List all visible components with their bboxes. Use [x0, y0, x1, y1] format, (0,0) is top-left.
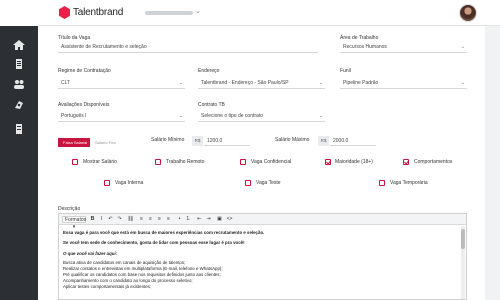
- page-scrollbar[interactable]: [491, 26, 500, 300]
- maioridade-checkbox[interactable]: [325, 159, 331, 165]
- avaliacoes-select[interactable]: Português I ⌄: [58, 111, 185, 122]
- description-editor[interactable]: Formatos ▾ B I ↶ ↷ ⛓ ≡ ≡ ≡ ≡ • 1. ⇤ ⇥ ▣ …: [58, 213, 467, 300]
- area-label: Área de Trabalho: [340, 35, 379, 41]
- avaliacoes-value: Português I: [61, 113, 87, 119]
- funil-value: Pipeline Padrão: [343, 80, 379, 86]
- format-dropdown-label: Formatos: [65, 217, 87, 223]
- editor-scroll-thumb[interactable]: [461, 229, 465, 249]
- descricao-label: Descrição: [58, 206, 81, 212]
- currency-prefix: R$: [192, 136, 203, 146]
- editor-line: Busca ativa de candidatos em canais de a…: [63, 260, 186, 265]
- titulo-value: Assistente de Recrutamento e seleção: [61, 44, 147, 50]
- editor-line: O que você vai fazer aqui:: [63, 251, 118, 256]
- align-left-icon[interactable]: ≡: [138, 216, 145, 223]
- regime-value: CLT: [61, 80, 71, 86]
- code-icon[interactable]: <>: [225, 216, 234, 223]
- regime-select[interactable]: CLT ⌄: [58, 78, 185, 89]
- user-name-placeholder[interactable]: [145, 11, 193, 15]
- chevron-down-icon: ⌄: [178, 80, 183, 86]
- salario-min-label: Salário Mínimo: [151, 137, 185, 143]
- list-icon[interactable]: [13, 124, 25, 134]
- area-select[interactable]: Recursos Humanos ⌄: [340, 42, 467, 53]
- area-value: Recursos Humanos: [343, 44, 387, 50]
- chevron-down-icon: ⌄: [460, 44, 465, 50]
- editor-line: Pré qualificar os candidatos com base no…: [63, 272, 221, 277]
- contrato-select[interactable]: Selecione o tipo de contrato ⌄: [198, 111, 325, 122]
- editor-line: Essa vaga é para você que está em busca …: [63, 230, 265, 235]
- align-center-icon[interactable]: ≡: [147, 216, 154, 223]
- funil-select[interactable]: Pipeline Padrão ⌄: [340, 78, 467, 89]
- titulo-label: Título da Vaga: [58, 35, 91, 41]
- editor-line: Acompanhamento com o candidato ao longo …: [63, 278, 193, 283]
- align-justify-icon[interactable]: ≡: [165, 216, 172, 223]
- comportamentos-checkbox[interactable]: [403, 159, 409, 165]
- vaga-teste-label: Vaga Teste: [256, 180, 281, 186]
- redo-icon[interactable]: ↷: [116, 216, 123, 223]
- chevron-down-icon: ⌄: [318, 80, 323, 86]
- chevron-down-icon: ⌄: [178, 113, 183, 119]
- endereco-label: Endereço: [198, 68, 220, 74]
- vaga-temporaria-label: Vaga Temporária: [390, 180, 428, 186]
- endereco-value: Talentbrand - Endereço - São Paulo/SP: [201, 80, 289, 86]
- outdent-icon[interactable]: ⇤: [196, 216, 203, 223]
- vaga-interna-label: Vaga Interna: [115, 180, 144, 186]
- avaliacoes-label: Avaliações Disponíveis: [58, 102, 110, 108]
- talentbrand-logo-icon: [59, 6, 70, 19]
- bullet-list-icon[interactable]: •: [176, 216, 183, 223]
- contrato-label: Contrato TB: [198, 102, 225, 108]
- bold-icon[interactable]: B: [89, 216, 96, 223]
- regime-label: Regime de Contratação: [58, 68, 111, 74]
- people-icon[interactable]: [13, 79, 25, 89]
- align-right-icon[interactable]: ≡: [156, 216, 163, 223]
- titulo-input[interactable]: Assistente de Recrutamento e seleção: [58, 42, 318, 53]
- vaga-interna-checkbox[interactable]: [104, 180, 110, 186]
- editor-line: Aplicar testes comportamentais já existe…: [63, 284, 152, 289]
- vaga-teste-checkbox[interactable]: [245, 180, 251, 186]
- salary-range-toggle[interactable]: Faixa Salarial: [58, 138, 93, 147]
- chevron-down-icon: ⌄: [460, 80, 465, 86]
- vaga-temporaria-checkbox[interactable]: [379, 180, 385, 186]
- sidebar: [0, 26, 38, 300]
- vaga-confidencial-checkbox[interactable]: [240, 159, 246, 165]
- chevron-down-icon: ⌄: [318, 113, 323, 119]
- numbered-list-icon[interactable]: 1.: [185, 216, 192, 223]
- indent-icon[interactable]: ⇥: [205, 216, 212, 223]
- currency-prefix: R$: [318, 136, 329, 146]
- trabalho-remoto-checkbox[interactable]: [155, 159, 161, 165]
- salario-min-input[interactable]: 1200.0: [204, 136, 250, 146]
- maioridade-label: Maioridade (18+): [335, 159, 373, 165]
- endereco-select[interactable]: Talentbrand - Endereço - São Paulo/SP ⌄: [198, 78, 325, 89]
- brand-name: Talentbrand: [73, 7, 124, 18]
- avatar[interactable]: [459, 4, 477, 22]
- undo-icon[interactable]: ↶: [107, 216, 114, 223]
- chevron-down-icon[interactable]: ⌄: [195, 7, 201, 15]
- trabalho-remoto-label: Trabalho Remoto: [166, 159, 205, 165]
- format-dropdown[interactable]: Formatos ▾: [62, 216, 87, 230]
- link-icon[interactable]: ⛓: [127, 216, 134, 223]
- vaga-confidencial-label: Vaga Confidencial: [251, 159, 292, 165]
- editor-line: Realizar contatos e entrevistas em multi…: [63, 266, 223, 271]
- italic-icon[interactable]: I: [98, 216, 105, 223]
- fixed-salary-toggle[interactable]: Salário Fixo: [90, 138, 122, 147]
- contrato-value: Selecione o tipo de contrato: [201, 113, 263, 119]
- salario-max-input[interactable]: 2000.0: [330, 136, 376, 146]
- sidebar-header: [0, 0, 38, 26]
- mostrar-salario-checkbox[interactable]: [72, 159, 78, 165]
- mostrar-salario-label: Mostrar Salário: [83, 159, 117, 165]
- top-bar: Talentbrand ⌄: [0, 0, 500, 26]
- image-icon[interactable]: ▣: [216, 216, 223, 223]
- settings-icon[interactable]: [13, 100, 25, 110]
- comportamentos-label: Comportamentos: [414, 159, 453, 165]
- funil-label: Funil: [340, 68, 351, 74]
- editor-line: Se você tem sede de conhecimento, gosta …: [63, 240, 245, 245]
- document-icon[interactable]: [13, 59, 25, 69]
- editor-toolbar: Formatos ▾ B I ↶ ↷ ⛓ ≡ ≡ ≡ ≡ • 1. ⇤ ⇥ ▣ …: [59, 214, 466, 230]
- salario-max-label: Salário Máximo: [275, 137, 310, 143]
- home-icon[interactable]: [13, 40, 25, 50]
